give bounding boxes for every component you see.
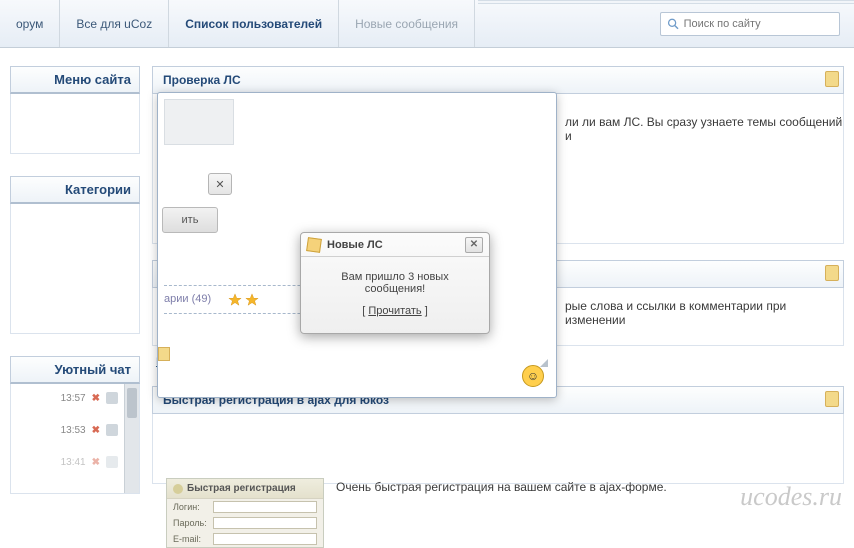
dialog-titlebar[interactable]: Новые ЛС xyxy=(301,233,489,257)
resize-handle-icon[interactable] xyxy=(538,357,548,367)
chat-row: 13:41 ✖ xyxy=(17,456,118,468)
search-box[interactable] xyxy=(660,12,840,36)
search-icon xyxy=(667,17,680,31)
emoji-icon[interactable]: ☺ xyxy=(522,365,544,387)
overlay-comments-partial: арии (49) xyxy=(164,293,211,305)
dialog-close-button[interactable] xyxy=(465,237,483,253)
nav-ucoz[interactable]: Все для uCoz xyxy=(60,0,169,47)
overlay-stars xyxy=(228,293,259,310)
reg-email-input[interactable] xyxy=(213,533,317,545)
nav-new-messages[interactable]: Новые сообщения xyxy=(339,0,475,47)
post-header-check-pm: Проверка ЛС xyxy=(152,66,844,94)
chat-user-icon xyxy=(106,456,118,468)
sidebar-menu-head: Меню сайта xyxy=(10,66,140,94)
chat-row: 13:57 ✖ xyxy=(17,392,118,404)
chat-user-icon xyxy=(106,424,118,436)
reg-login-label: Логин: xyxy=(173,502,209,512)
chat-row: 13:53 ✖ xyxy=(17,424,118,436)
post2-description: Очень быстрая регистрация на вашем сайте… xyxy=(336,480,667,494)
top-nav: орум Все для uCoz Список пользователей Н… xyxy=(0,0,475,47)
sidebar-chat-head: Уютный чат xyxy=(10,356,140,384)
nav-forum[interactable]: орум xyxy=(0,0,60,47)
dialog-read-link[interactable]: Прочитать xyxy=(368,305,421,317)
overlay-notch-icon xyxy=(158,347,170,361)
nav-users[interactable]: Список пользователей xyxy=(169,0,339,47)
new-pm-dialog: Новые ЛС Вам пришло 3 новых сообщения! [… xyxy=(300,232,490,334)
chat-time: 13:53 xyxy=(61,425,86,436)
chat-scrollbar[interactable] xyxy=(124,384,139,493)
reg-login-input[interactable] xyxy=(213,501,317,513)
search-input[interactable] xyxy=(684,18,833,30)
overlay-thumb xyxy=(164,99,234,145)
reg-pass-label: Пароль: xyxy=(173,518,209,528)
chat-delete-icon[interactable]: ✖ xyxy=(92,457,100,468)
chat-user-icon xyxy=(106,392,118,404)
post-body-fragment: ли ли вам ЛС. Вы сразу узнаете темы сооб… xyxy=(565,115,845,143)
reg-email-label: E-mail: xyxy=(173,534,209,544)
quick-reg-panel: Быстрая регистрация Логин: Пароль: E-mai… xyxy=(166,478,324,548)
sidebar-categories-head: Категории xyxy=(10,176,140,204)
collapse-icon[interactable] xyxy=(825,265,839,281)
collapse-icon[interactable] xyxy=(825,71,839,87)
chat-time: 13:57 xyxy=(61,393,86,404)
post-body-fragment: рые слова и ссылки в комментарии при изм… xyxy=(565,299,845,327)
chat-delete-icon[interactable]: ✖ xyxy=(92,425,100,436)
collapse-icon[interactable] xyxy=(825,391,839,407)
chat-delete-icon[interactable]: ✖ xyxy=(92,393,100,404)
note-icon xyxy=(306,237,322,253)
overlay-partial-button[interactable]: ить xyxy=(162,207,218,233)
dialog-title: Новые ЛС xyxy=(327,239,383,251)
dialog-message: Вам пришло 3 новых сообщения! xyxy=(311,271,479,295)
reg-pass-input[interactable] xyxy=(213,517,317,529)
reg-icon xyxy=(173,484,183,494)
chat-time: 13:41 xyxy=(61,457,86,468)
top-bar: орум Все для uCoz Список пользователей Н… xyxy=(0,0,854,48)
overlay-close-button[interactable] xyxy=(208,173,232,195)
reg-title: Быстрая регистрация xyxy=(187,483,296,494)
watermark: ucodes.ru xyxy=(740,482,842,512)
